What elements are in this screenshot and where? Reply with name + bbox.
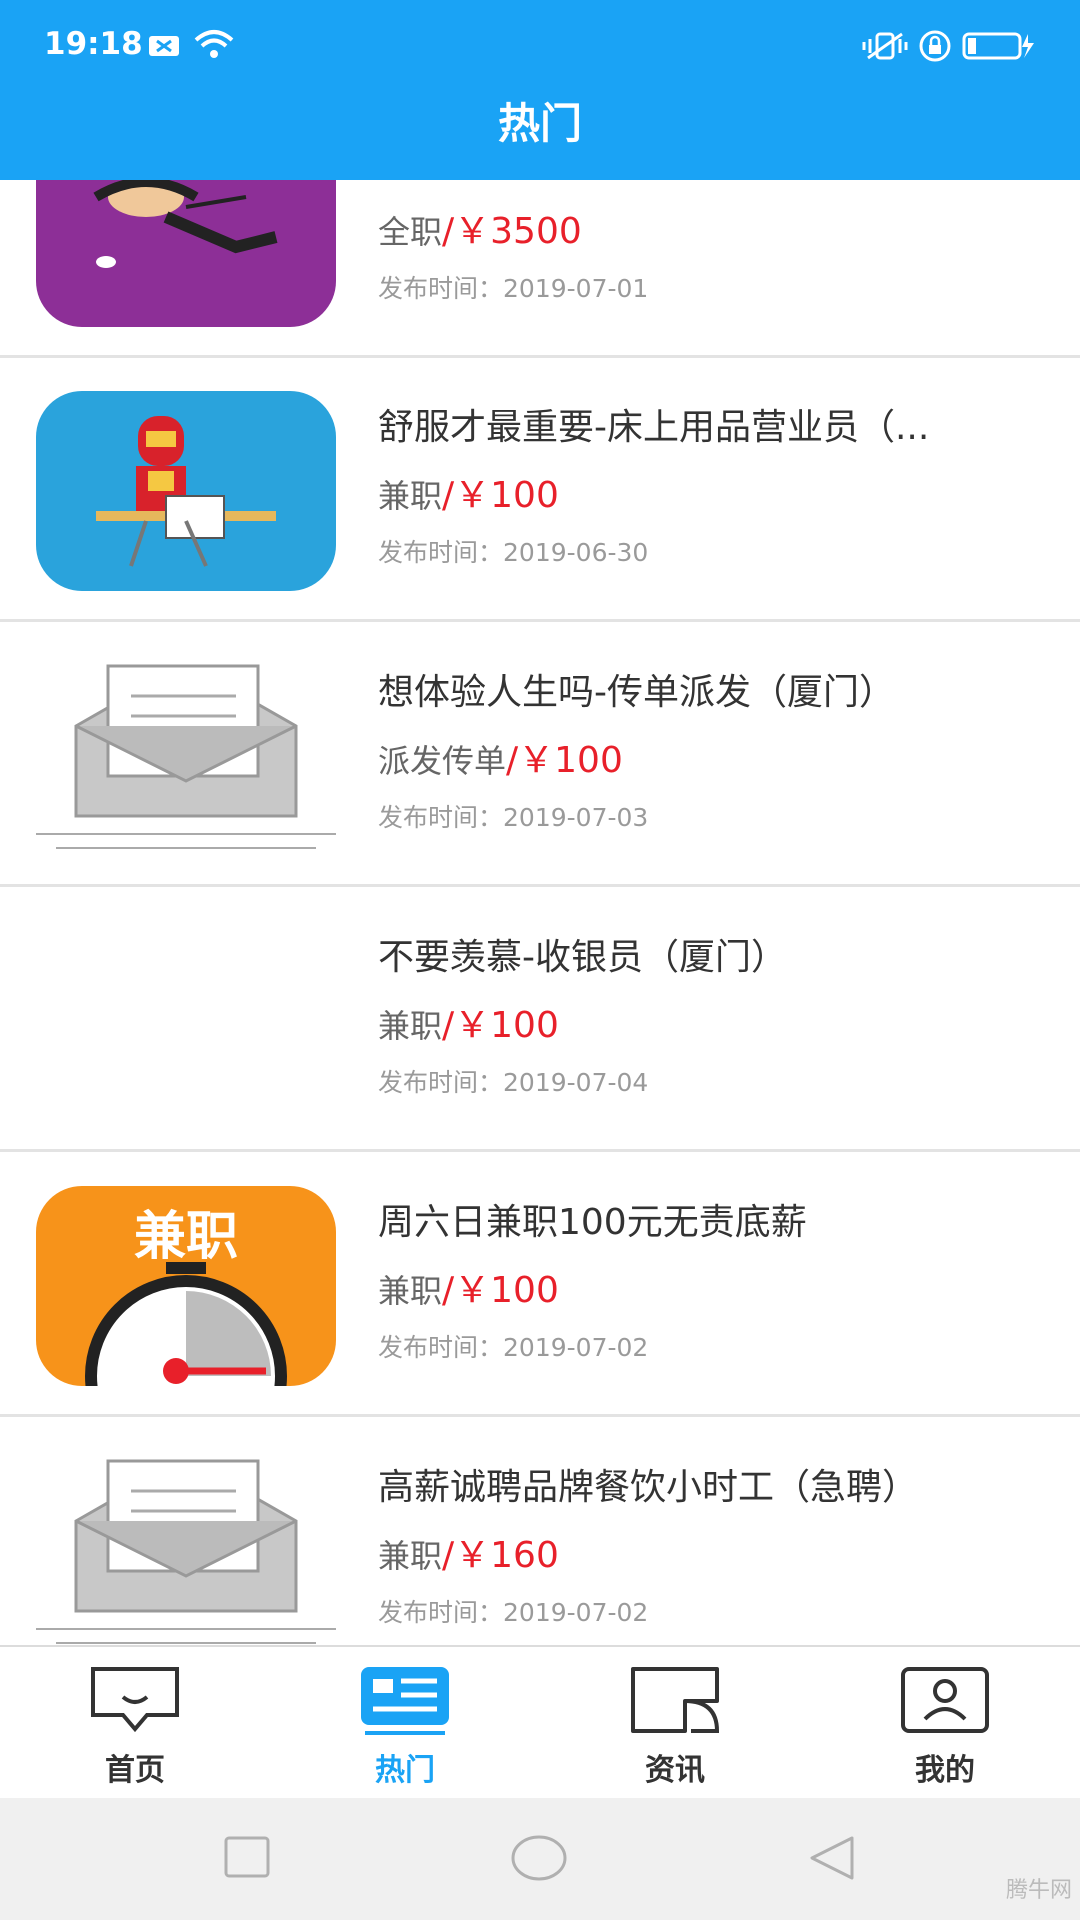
status-bar: 19:18 xyxy=(0,0,1080,95)
job-item[interactable]: 想体验人生吗-传单派发（厦门） 派发传单/￥100 发布时间：2019-07-0… xyxy=(0,623,1080,887)
job-title: 周六日兼职100元无责底薪 xyxy=(378,1202,807,1243)
watermark: 腾牛网 xyxy=(1005,1878,1072,1903)
tab-label: 我的 xyxy=(915,1753,975,1788)
job-thumbnail xyxy=(36,1451,336,1645)
back-triangle-icon[interactable] xyxy=(808,1834,856,1882)
job-type: 兼职/￥100 xyxy=(378,1005,559,1046)
tab-label: 资讯 xyxy=(645,1753,705,1788)
job-salary: ￥100 xyxy=(518,740,623,781)
info-window-icon xyxy=(631,1667,720,1733)
job-publish-date: 发布时间：2019-07-02 xyxy=(378,1598,649,1627)
battery-icon xyxy=(962,32,1034,60)
job-type: 全职/￥3500 xyxy=(378,211,582,252)
job-thumbnail xyxy=(36,656,336,856)
job-thumbnail: 兼职 xyxy=(36,1186,336,1386)
bottom-tab-bar: 首页 热门 资讯 我的 xyxy=(0,1645,1080,1798)
tab-mine[interactable]: 我的 xyxy=(810,1647,1080,1800)
job-salary: ￥100 xyxy=(454,1270,559,1311)
job-type: 兼职/￥100 xyxy=(378,475,559,516)
job-title: 不要羡慕-收银员（厦门） xyxy=(378,937,787,978)
tab-label: 首页 xyxy=(105,1753,165,1788)
job-list[interactable]: 全职/￥3500 发布时间：2019-07-01 舒服才最重要-床上用品营业员（… xyxy=(0,180,1080,1645)
envelope-placeholder-image xyxy=(36,1459,336,1644)
job-type: 兼职/￥100 xyxy=(378,1270,559,1311)
job-type: 兼职/￥160 xyxy=(378,1535,559,1576)
lock-rotation-icon xyxy=(919,30,951,62)
tab-home[interactable]: 首页 xyxy=(0,1647,270,1800)
job-publish-date: 发布时间：2019-07-04 xyxy=(378,1068,649,1097)
job-item[interactable]: 高薪诚聘品牌餐饮小时工（急聘） 兼职/￥160 发布时间：2019-07-02 xyxy=(0,1418,1080,1645)
job-salary: ￥160 xyxy=(454,1535,559,1576)
job-publish-date: 发布时间：2019-07-02 xyxy=(378,1333,649,1362)
news-card-icon xyxy=(361,1667,449,1735)
job-thumbnail xyxy=(36,391,336,591)
wifi-icon xyxy=(194,30,234,58)
job-publish-date: 发布时间：2019-07-03 xyxy=(378,803,649,832)
ninja-cartoon-image xyxy=(93,180,278,268)
job-title: 想体验人生吗-传单派发（厦门） xyxy=(378,672,895,713)
job-item[interactable]: 不要羡慕-收银员（厦门） 兼职/￥100 发布时间：2019-07-04 xyxy=(0,888,1080,1152)
page-title: 热门 xyxy=(497,99,582,148)
job-item[interactable]: 全职/￥3500 发布时间：2019-07-01 xyxy=(0,180,1080,358)
ironman-ironing-image xyxy=(96,416,276,567)
job-thumbnail xyxy=(36,180,336,327)
job-publish-date: 发布时间：2019-06-30 xyxy=(378,538,649,567)
thumb-parttime-text: 兼职 xyxy=(133,1207,238,1267)
job-item[interactable]: 兼职 周六日兼职100元无责底薪 兼职/￥100 发布时间：2019-07-02 xyxy=(0,1153,1080,1417)
job-item[interactable]: 舒服才最重要-床上用品营业员（... 兼职/￥100 发布时间：2019-06-… xyxy=(0,358,1080,622)
job-salary: ￥3500 xyxy=(454,211,582,252)
notification-icon xyxy=(149,36,179,56)
title-bar: 热门 xyxy=(0,95,1080,180)
job-salary: ￥100 xyxy=(454,1005,559,1046)
chat-bubble-icon xyxy=(91,1667,179,1733)
envelope-placeholder-image xyxy=(36,664,336,849)
job-type: 派发传单/￥100 xyxy=(378,740,623,781)
recent-apps-icon[interactable] xyxy=(224,1836,270,1878)
job-title: 高薪诚聘品牌餐饮小时工（急聘） xyxy=(378,1467,919,1508)
job-title: 舒服才最重要-床上用品营业员（... xyxy=(378,407,930,448)
vibrate-icon xyxy=(862,32,908,60)
job-salary: ￥100 xyxy=(454,475,559,516)
status-time: 19:18 xyxy=(44,26,143,62)
job-publish-date: 发布时间：2019-07-01 xyxy=(378,274,649,303)
tab-news[interactable]: 资讯 xyxy=(540,1647,810,1800)
tab-label: 热门 xyxy=(375,1753,435,1788)
system-nav-bar xyxy=(0,1798,1080,1920)
tab-hot[interactable]: 热门 xyxy=(270,1647,540,1800)
home-circle-icon[interactable] xyxy=(510,1834,568,1882)
profile-card-icon xyxy=(901,1667,989,1733)
